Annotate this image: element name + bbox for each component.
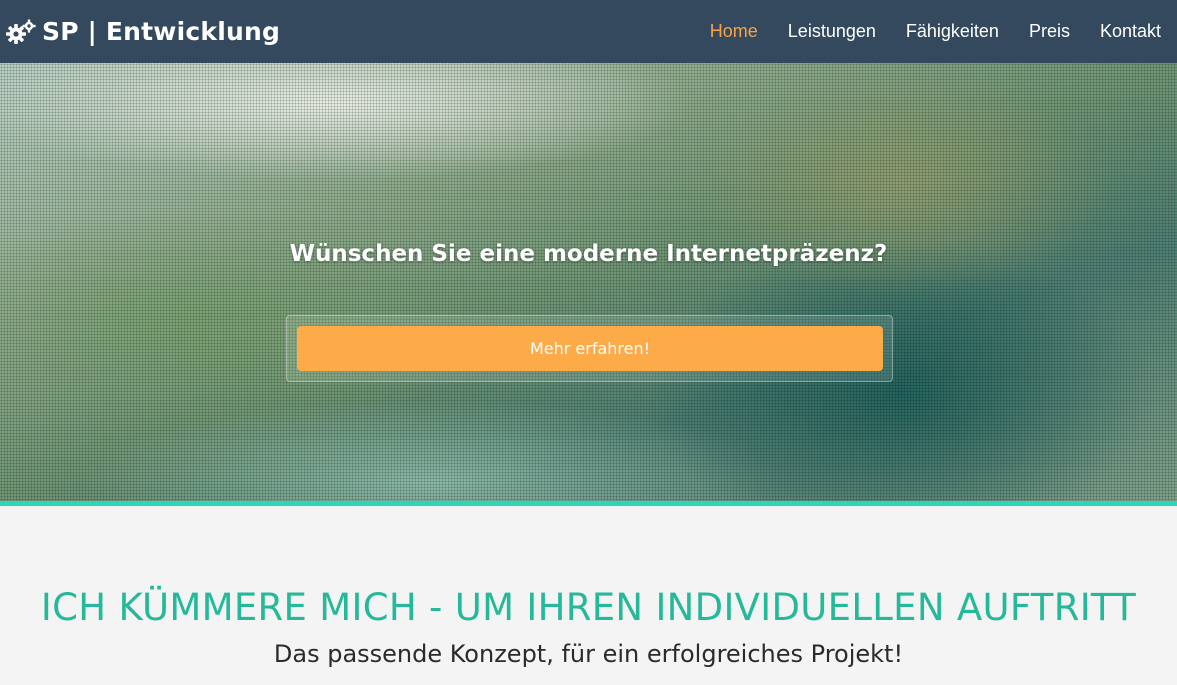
hero-banner: Wünschen Sie eine moderne Internetpräzen… <box>0 63 1177 501</box>
nav-link-home[interactable]: Home <box>710 0 758 63</box>
top-navbar: SP | Entwicklung Home Leistungen Fähigke… <box>0 0 1177 63</box>
nav-menu: Home Leistungen Fähigkeiten Preis Kontak… <box>680 0 1177 63</box>
hero-title: Wünschen Sie eine moderne Internetpräzen… <box>289 241 888 267</box>
nav-link-kontakt[interactable]: Kontakt <box>1100 0 1161 63</box>
more-info-button[interactable]: Mehr erfahren! <box>297 326 883 371</box>
section-subheading: Das passende Konzept, für ein erfolgreic… <box>273 640 904 668</box>
section-heading: ICH KÜMMERE MICH - UM IHREN INDIVIDUELLE… <box>40 586 1137 629</box>
brand-title: SP | Entwicklung <box>42 17 281 46</box>
nav-link-preis[interactable]: Preis <box>1029 0 1070 63</box>
brand-link[interactable]: SP | Entwicklung <box>0 0 280 63</box>
cta-frame: Mehr erfahren! <box>286 315 893 382</box>
intro-section: ICH KÜMMERE MICH - UM IHREN INDIVIDUELLE… <box>0 506 1177 685</box>
gears-icon <box>6 19 36 45</box>
nav-link-faehigkeiten[interactable]: Fähigkeiten <box>906 0 999 63</box>
nav-link-leistungen[interactable]: Leistungen <box>788 0 876 63</box>
